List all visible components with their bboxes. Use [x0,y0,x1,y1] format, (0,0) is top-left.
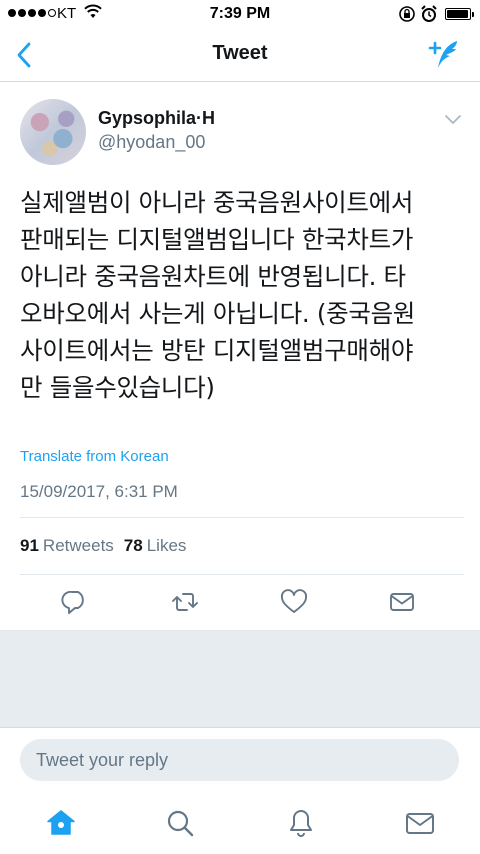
retweets-label: Retweets [42,536,114,555]
retweet-button[interactable] [171,588,199,616]
empty-replies-area [0,631,480,727]
search-icon [167,810,194,837]
tweet-actions [0,588,480,618]
compose-tweet-button[interactable] [426,38,462,72]
username[interactable]: @hyodan_00 [98,132,205,153]
direct-message-button[interactable] [388,588,416,616]
tab-notifications[interactable] [285,807,317,839]
reply-composer [0,727,480,797]
direct-message-icon [390,593,414,611]
alarm-icon [421,5,437,22]
tab-search[interactable] [164,807,196,839]
tab-messages[interactable] [404,807,436,839]
status-bar: KT 7:39 PM [0,0,480,28]
page-title: Tweet [212,42,268,64]
display-name[interactable]: Gypsophila·H [98,108,215,129]
likes-label: Likes [146,536,187,555]
navigation-bar: Tweet [0,28,480,82]
like-icon [280,589,308,613]
reply-input[interactable] [20,739,459,781]
retweet-icon [172,593,198,611]
like-button[interactable] [280,588,308,616]
retweets-count: 91 [20,536,39,555]
likes-stat[interactable]: 78 Likes [124,536,187,556]
reply-icon [61,590,84,614]
back-button[interactable] [10,40,40,70]
tab-bar [0,797,480,854]
rotation-lock-icon [399,6,415,22]
tab-home[interactable] [45,807,77,839]
messages-icon [406,813,434,834]
divider [20,517,464,518]
translate-link[interactable]: Translate from Korean [20,448,169,465]
reply-button[interactable] [61,588,89,616]
avatar[interactable] [20,99,86,165]
home-icon [47,810,75,835]
tweet-stats: 91 Retweets 78 Likes [20,536,186,556]
divider [20,574,464,575]
retweets-stat[interactable]: 91 Retweets [20,536,114,556]
battery-icon [445,8,474,20]
chevron-down-icon[interactable] [444,112,462,126]
tweet-text: 실제앨범이 아니라 중국음원사이트에서 판매되는 디지털앨범입니다 한국차트가 … [20,188,416,402]
notifications-icon [290,810,312,837]
tweet-timestamp: 15/09/2017, 6:31 PM [20,482,178,501]
compose-tweet-icon [428,41,457,68]
likes-count: 78 [123,536,143,555]
chevron-left-icon [17,42,31,68]
